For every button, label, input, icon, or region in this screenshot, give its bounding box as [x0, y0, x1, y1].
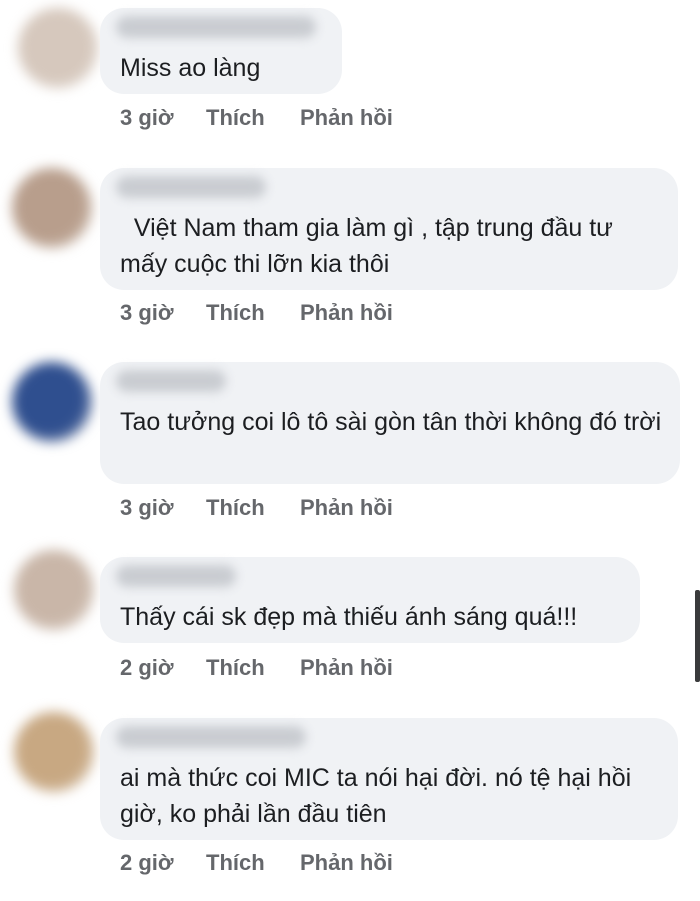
- reply-button[interactable]: Phản hồi: [300, 850, 393, 876]
- like-button[interactable]: Thích: [206, 655, 265, 681]
- comment-text: Miss ao làng: [120, 54, 261, 82]
- comment-bubble: Miss ao làng: [100, 8, 342, 94]
- avatar[interactable]: [18, 8, 98, 88]
- avatar[interactable]: [12, 168, 92, 248]
- reply-button[interactable]: Phản hồi: [300, 495, 393, 521]
- comment-text: Tao tưởng coi lô tô sài gòn tân thời khô…: [120, 408, 662, 436]
- comment-bubble: Tao tưởng coi lô tô sài gòn tân thời khô…: [100, 362, 680, 484]
- comment-timestamp[interactable]: 3 giờ: [120, 495, 174, 521]
- comment-timestamp[interactable]: 2 giờ: [120, 655, 174, 681]
- commenter-name-blurred[interactable]: [116, 726, 306, 748]
- like-button[interactable]: Thích: [206, 300, 265, 326]
- avatar[interactable]: [14, 550, 94, 630]
- reply-button[interactable]: Phản hồi: [300, 655, 393, 681]
- avatar[interactable]: [12, 362, 92, 442]
- comment-timestamp[interactable]: 3 giờ: [120, 105, 174, 131]
- like-button[interactable]: Thích: [206, 850, 265, 876]
- comment-text: ai mà thức coi MIC ta nói hại đời. nó tệ…: [120, 764, 639, 828]
- commenter-name-blurred[interactable]: [116, 176, 266, 198]
- comment-timestamp[interactable]: 2 giờ: [120, 850, 174, 876]
- scrollbar[interactable]: [695, 590, 700, 682]
- comment-bubble: ai mà thức coi MIC ta nói hại đời. nó tệ…: [100, 718, 678, 840]
- commenter-name-blurred[interactable]: [116, 16, 316, 38]
- reply-button[interactable]: Phản hồi: [300, 105, 393, 131]
- avatar[interactable]: [14, 712, 94, 792]
- comment-text: Thấy cái sk đẹp mà thiếu ánh sáng quá!!!: [120, 603, 578, 631]
- comment-timestamp[interactable]: 3 giờ: [120, 300, 174, 326]
- reply-button[interactable]: Phản hồi: [300, 300, 393, 326]
- comment-bubble: Thấy cái sk đẹp mà thiếu ánh sáng quá!!!: [100, 557, 640, 643]
- like-button[interactable]: Thích: [206, 495, 265, 521]
- comment-bubble: Việt Nam tham gia làm gì , tập trung đầu…: [100, 168, 678, 290]
- comment-text: Việt Nam tham gia làm gì , tập trung đầu…: [120, 214, 620, 278]
- like-button[interactable]: Thích: [206, 105, 265, 131]
- commenter-name-blurred[interactable]: [116, 370, 226, 392]
- commenter-name-blurred[interactable]: [116, 565, 236, 587]
